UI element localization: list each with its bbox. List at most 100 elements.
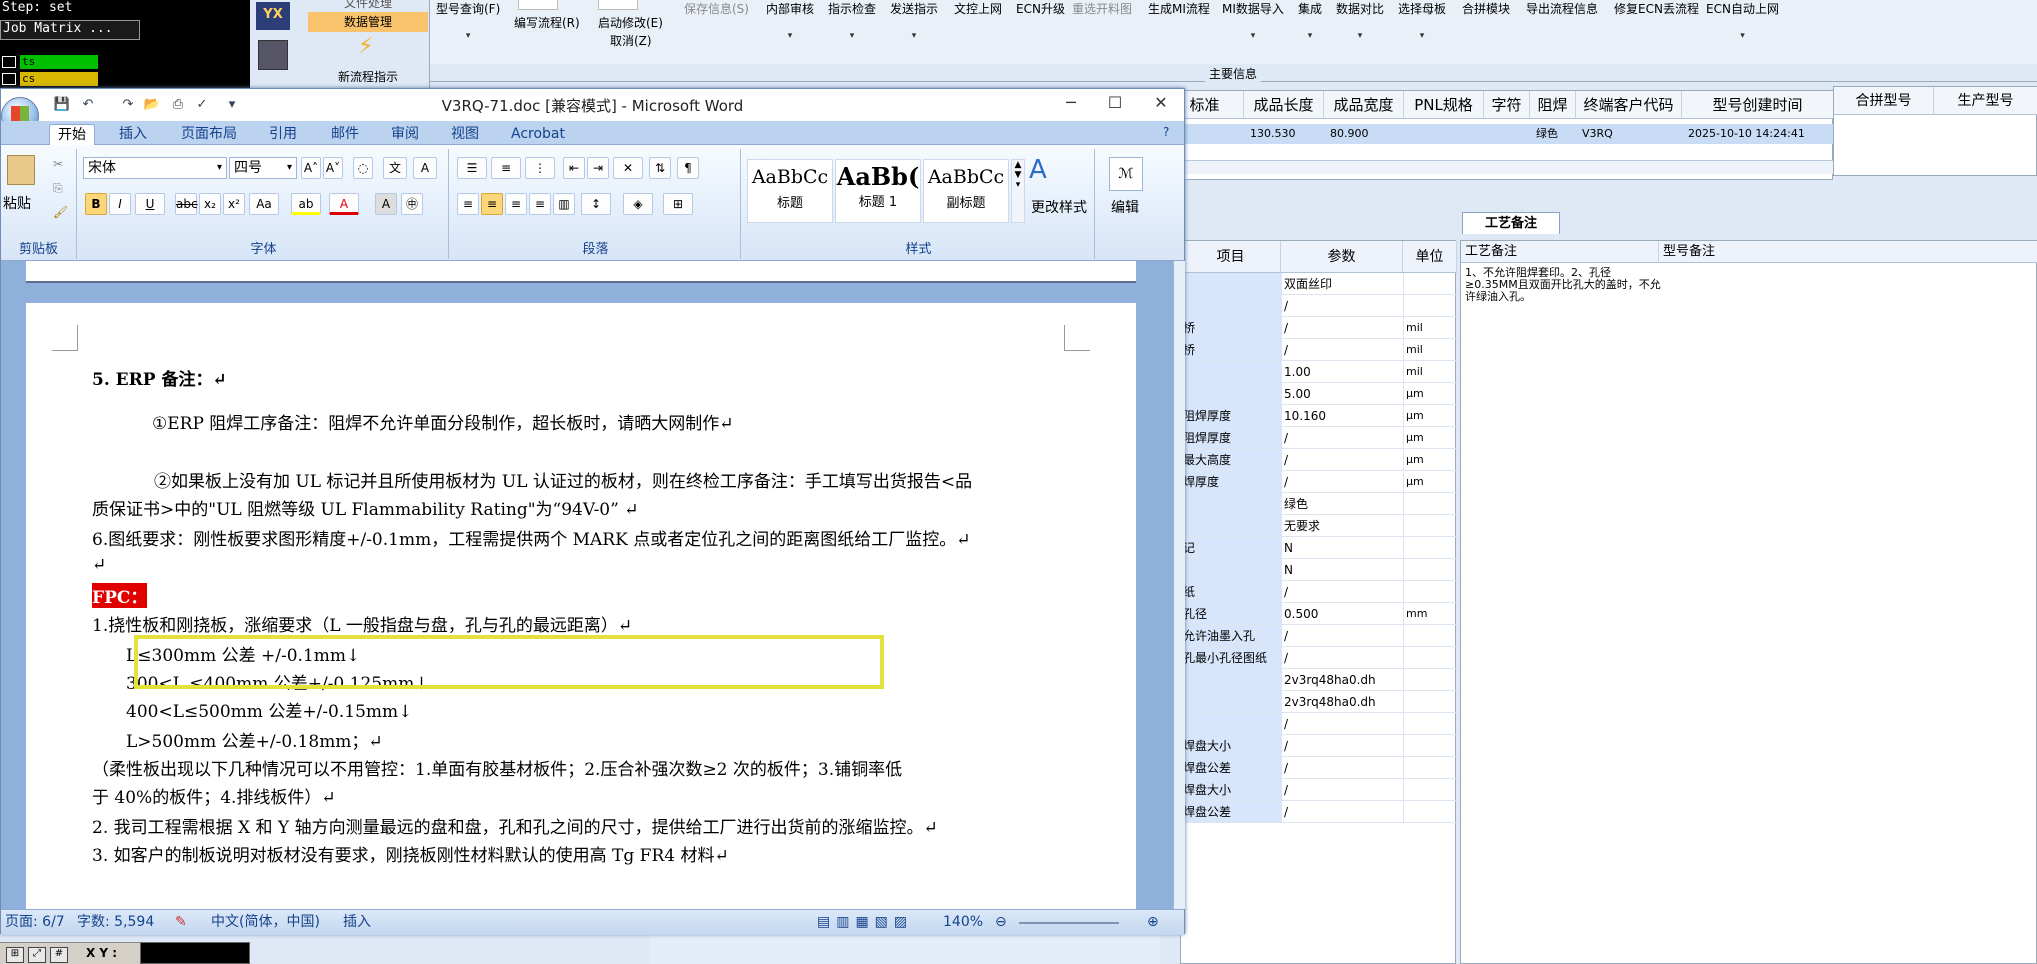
toolbar-fix-ecn[interactable]: 修复ECN丢流程 [1614, 0, 1699, 17]
phonetic-icon[interactable]: 文 [383, 157, 407, 179]
table-row[interactable]: 阻焊厚度 / μm [1181, 427, 1457, 449]
copy-icon[interactable]: ⎘ [53, 181, 63, 196]
tab-acrobat[interactable]: Acrobat [503, 124, 573, 145]
table-row[interactable]: 绿色 [1181, 493, 1457, 515]
tab-mailings[interactable]: 邮件 [323, 124, 367, 145]
col-header[interactable]: 单位 [1403, 241, 1457, 273]
col-header[interactable]: 阻焊 [1530, 91, 1576, 119]
toolbar-send[interactable]: 发送指示 ▾ [890, 0, 938, 41]
close-icon[interactable]: ✕ [1147, 93, 1175, 112]
checkbox[interactable] [2, 56, 16, 68]
col-header[interactable]: PNL规格 [1404, 91, 1484, 119]
col-header[interactable]: 合拼型号 [1834, 87, 1934, 115]
change-styles-icon[interactable]: A [1029, 155, 1047, 185]
fit-icon[interactable]: ⤢ [28, 947, 46, 963]
toolbar-export-flow[interactable]: 导出流程信息 [1526, 0, 1598, 17]
sort-icon[interactable]: ⇅ [649, 157, 671, 179]
toolbar-save[interactable]: 保存信息(S) [684, 0, 749, 17]
checkbox[interactable] [2, 73, 16, 85]
proofing-icon[interactable]: ✎ [175, 910, 187, 934]
show-marks-icon[interactable]: ¶ [677, 157, 699, 179]
grow-font-icon[interactable]: A˄ [301, 157, 321, 179]
multilevel-icon[interactable]: ⋮ [525, 157, 555, 179]
style-title[interactable]: AaBbCc 标题 [747, 159, 833, 223]
tab-review[interactable]: 审阅 [383, 124, 427, 145]
clear-format-icon[interactable]: ◌ [353, 157, 373, 179]
table-row[interactable]: 焊盘公差 / [1181, 757, 1457, 779]
distribute-icon[interactable]: ▥ [553, 193, 575, 215]
tab-home[interactable]: 开始 [49, 124, 95, 145]
new-flow-item[interactable]: 新流程指示 [308, 68, 428, 85]
file-process-item[interactable]: 文件处理 [308, 0, 428, 11]
tab-view[interactable]: 视图 [443, 124, 487, 145]
view-buttons-icon[interactable]: ▤▥▦▧▨ [817, 910, 913, 934]
table-row[interactable]: 2v3rq48ha0.dh [1181, 669, 1457, 691]
table-row[interactable]: 无要求 [1181, 515, 1457, 537]
col-header[interactable]: 成品长度 [1244, 91, 1324, 119]
table-row[interactable]: 焊厚度 / μm [1181, 471, 1457, 493]
align-left-icon[interactable]: ≡ [457, 193, 479, 215]
find-icon[interactable]: ℳ [1109, 157, 1143, 191]
font-color-icon[interactable]: A [329, 193, 359, 215]
char-shading-icon[interactable]: A [375, 193, 397, 215]
tab-references[interactable]: 引用 [261, 124, 305, 145]
format-painter-icon[interactable]: 🖌 [53, 205, 68, 219]
table-row[interactable]: 焊盘大小 / [1181, 735, 1457, 757]
table-row[interactable]: 桥 / mil [1181, 339, 1457, 361]
col-header[interactable]: 成品宽度 [1324, 91, 1404, 119]
enclose-char-icon[interactable]: ㊥ [401, 193, 423, 215]
minimize-icon[interactable]: ─ [1057, 93, 1085, 112]
toolbar-cancel[interactable]: 取消(Z) [610, 32, 652, 49]
toolbar-model-query[interactable]: 型号查询(F) ▾ [436, 0, 500, 41]
zoom-slider[interactable] [1019, 922, 1119, 924]
table-row[interactable]: 孔最小孔径图纸 / [1181, 647, 1457, 669]
tab-process-notes[interactable]: 工艺备注 [1462, 212, 1560, 234]
decrease-indent-icon[interactable]: ⇤ [563, 157, 585, 179]
table-row[interactable]: 记N [1181, 537, 1457, 559]
toolbar-check[interactable]: 指示检查 ▾ [828, 0, 876, 41]
highlight-icon[interactable]: ab [291, 193, 321, 215]
font-name-combo[interactable]: 宋体 ▾ [83, 157, 227, 179]
layer-row[interactable]: ts [0, 55, 112, 69]
page-count[interactable]: 页面: 6/7 [5, 910, 65, 934]
toolbar-ecn-auto[interactable]: ECN自动上网 ▾ [1706, 0, 1779, 41]
col-header[interactable]: 型号创建时间 [1682, 91, 1834, 119]
align-right-icon[interactable]: ≡ [505, 193, 527, 215]
table-row[interactable]: / [1181, 295, 1457, 317]
char-border-icon[interactable]: A [413, 157, 437, 179]
bullets-icon[interactable]: ☰ [457, 157, 487, 179]
toolbar-reselect-cut[interactable]: 重选开料图 [1072, 0, 1132, 17]
underline-icon[interactable]: U [135, 193, 165, 215]
increase-indent-icon[interactable]: ⇥ [587, 157, 609, 179]
table-row[interactable]: / [1181, 713, 1457, 735]
col-header[interactable]: 生产型号 [1934, 87, 2037, 115]
layer-row[interactable]: cs [0, 72, 112, 86]
style-heading1[interactable]: AaBb(标题 1 [835, 159, 921, 223]
toolbar-gen-mi[interactable]: 生成MI流程 [1148, 0, 1210, 17]
table-row[interactable]: 阻焊厚度 10.160 μm [1181, 405, 1457, 427]
toolbar-internal-audit[interactable]: 内部审核 ▾ [766, 0, 814, 41]
paste-icon[interactable] [7, 155, 35, 185]
grid-icon[interactable]: # [50, 947, 68, 963]
col-header[interactable]: 字符 [1484, 91, 1530, 119]
shrink-font-icon[interactable]: A˅ [323, 157, 343, 179]
table-row[interactable]: 桥 / mil [1181, 317, 1457, 339]
table-row[interactable]: 纸 / [1181, 581, 1457, 603]
tab-insert[interactable]: 插入 [111, 124, 155, 145]
italic-icon[interactable]: I [109, 193, 131, 215]
table-row[interactable]: 2v3rq48ha0.dh [1181, 691, 1457, 713]
subscript-icon[interactable]: x₂ [199, 193, 221, 215]
table-row[interactable]: 允许油墨入孔 / [1181, 625, 1457, 647]
zoom-level[interactable]: 140% [943, 910, 983, 934]
change-styles-button[interactable]: 更改样式 [1031, 197, 1087, 217]
toolbar-mi-import[interactable]: MI数据导入 ▾ [1222, 0, 1284, 41]
toolbar-merge[interactable]: 合拼模块 [1462, 0, 1510, 17]
style-subtitle[interactable]: AaBbCc 副标题 [923, 159, 1009, 223]
toolbar-integrate[interactable]: 集成 ▾ [1298, 0, 1322, 41]
insert-mode[interactable]: 插入 [343, 910, 371, 934]
justify-icon[interactable]: ≡ [529, 193, 551, 215]
strikethrough-icon[interactable]: abc [175, 193, 198, 215]
table-row[interactable]: 5.00 μm [1181, 383, 1457, 405]
line-spacing-icon[interactable]: ↕ [581, 193, 611, 215]
paste-button[interactable]: 粘贴 [3, 193, 31, 213]
